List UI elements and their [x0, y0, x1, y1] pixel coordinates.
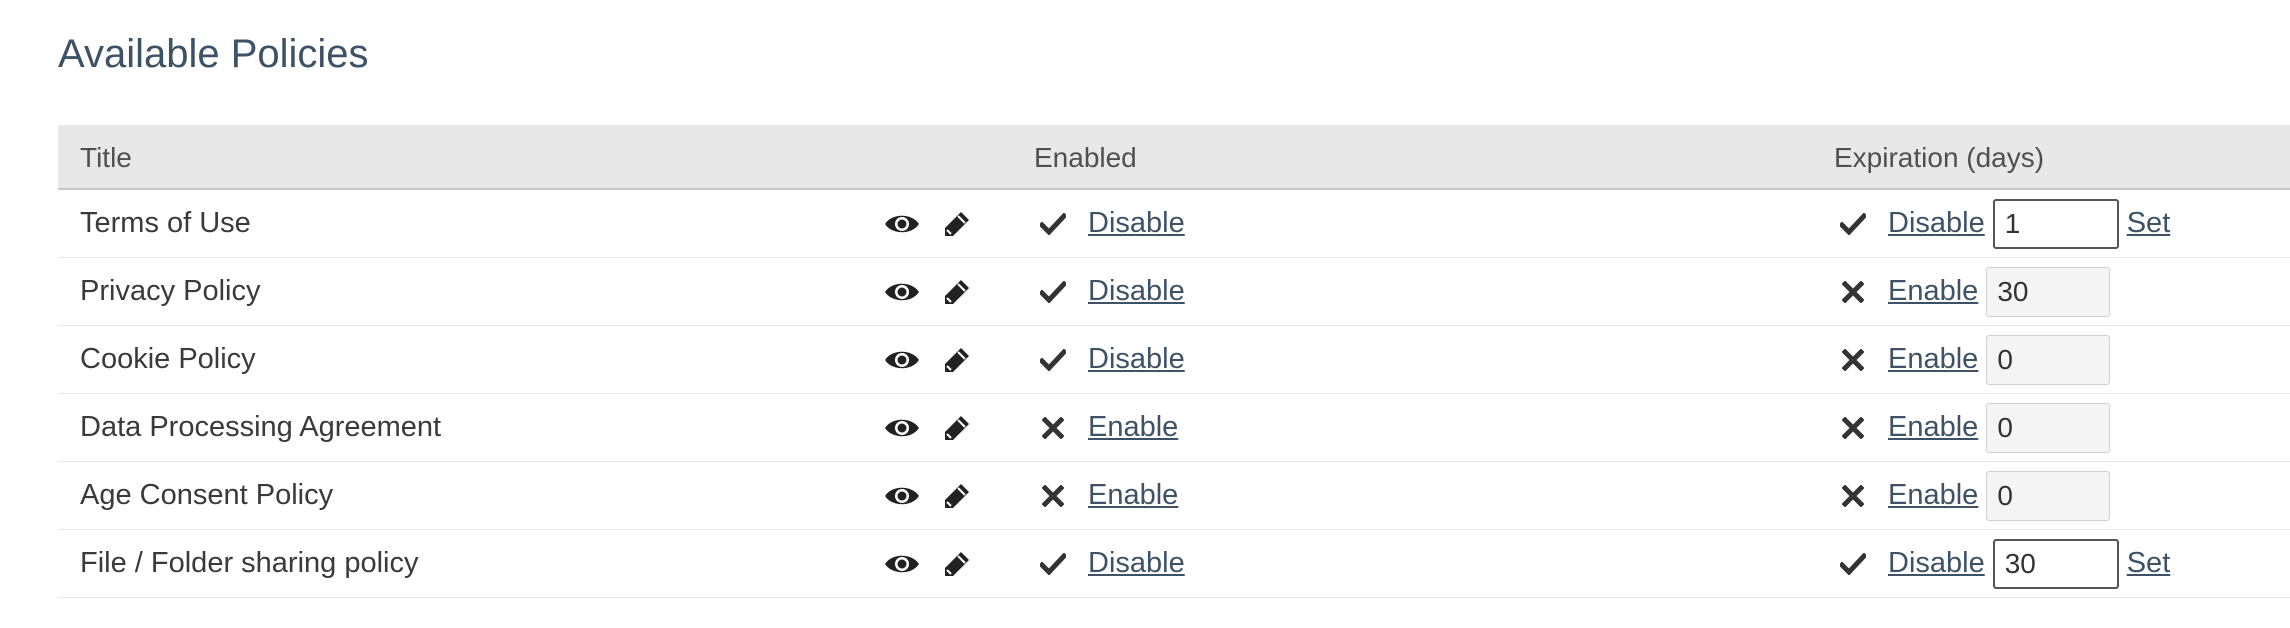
- policy-actions: [884, 258, 972, 325]
- set-expiration-link[interactable]: Set: [2127, 547, 2171, 580]
- table-row: File / Folder sharing policy Disable Dis…: [58, 530, 2290, 598]
- disable-policy-link[interactable]: Disable: [1088, 275, 1185, 308]
- disable-expiration-link[interactable]: Disable: [1888, 207, 1985, 240]
- policy-title: Privacy Policy: [80, 258, 261, 325]
- set-expiration-link[interactable]: Set: [2127, 207, 2171, 240]
- check-icon: [1838, 212, 1868, 235]
- policy-actions: [884, 530, 972, 597]
- enabled-cell: Disable: [1038, 326, 1185, 393]
- page-title: Available Policies: [58, 32, 369, 76]
- disable-expiration-link[interactable]: Disable: [1888, 547, 1985, 580]
- table-row: Terms of Use Disable Disable Set: [58, 190, 2290, 258]
- enable-policy-link[interactable]: Enable: [1088, 479, 1178, 512]
- expiration-cell: Disable Set: [1838, 190, 2170, 257]
- policy-title-text: Age Consent Policy: [80, 479, 334, 511]
- policy-actions: [884, 326, 972, 393]
- disable-policy-link[interactable]: Disable: [1088, 207, 1185, 240]
- expiration-cell: Enable: [1838, 326, 2111, 393]
- pencil-icon[interactable]: [942, 209, 972, 239]
- table-body: Terms of Use Disable Disable Set Privacy…: [58, 190, 2290, 598]
- eye-icon[interactable]: [884, 484, 920, 508]
- disable-policy-link[interactable]: Disable: [1088, 343, 1185, 376]
- policy-actions: [884, 190, 972, 257]
- enabled-cell: Enable: [1038, 462, 1178, 529]
- policy-actions: [884, 462, 972, 529]
- table-header: Title Enabled Expiration (days): [58, 125, 2290, 190]
- disable-policy-link[interactable]: Disable: [1088, 547, 1185, 580]
- pencil-icon[interactable]: [942, 549, 972, 579]
- expiration-days-input[interactable]: [1986, 402, 2111, 453]
- enable-expiration-link[interactable]: Enable: [1888, 275, 1978, 308]
- cross-icon: [1838, 348, 1868, 371]
- header-title: Title: [80, 142, 132, 173]
- expiration-days-input[interactable]: [1992, 198, 2119, 249]
- expiration-cell: Enable: [1838, 394, 2111, 461]
- expiration-cell: Enable: [1838, 462, 2111, 529]
- enable-expiration-link[interactable]: Enable: [1888, 343, 1978, 376]
- pencil-icon[interactable]: [942, 481, 972, 511]
- expiration-cell: Disable Set: [1838, 530, 2170, 597]
- policy-title-text: Cookie Policy: [80, 343, 256, 375]
- table-row: Privacy Policy Disable Enable: [58, 258, 2290, 326]
- eye-icon[interactable]: [884, 348, 920, 372]
- eye-icon[interactable]: [884, 552, 920, 576]
- enable-policy-link[interactable]: Enable: [1088, 411, 1178, 444]
- policies-page: Available Policies Title Enabled Expirat…: [0, 0, 2290, 628]
- policy-title: Age Consent Policy: [80, 462, 333, 529]
- table-row: Cookie Policy Disable Enable: [58, 326, 2290, 394]
- enabled-cell: Disable: [1038, 190, 1185, 257]
- cross-icon: [1838, 416, 1868, 439]
- pencil-icon[interactable]: [942, 277, 972, 307]
- policy-title-text: Privacy Policy: [80, 275, 261, 307]
- eye-icon[interactable]: [884, 416, 920, 440]
- policy-title: Data Processing Agreement: [80, 394, 441, 461]
- header-expiration: Expiration (days): [1834, 142, 2045, 173]
- cross-icon: [1038, 484, 1068, 507]
- expiration-cell: Enable: [1838, 258, 2111, 325]
- pencil-icon[interactable]: [942, 413, 972, 443]
- cross-icon: [1838, 280, 1868, 303]
- enabled-cell: Disable: [1038, 530, 1185, 597]
- cross-icon: [1038, 416, 1068, 439]
- enabled-cell: Enable: [1038, 394, 1178, 461]
- policy-title: Cookie Policy: [80, 326, 256, 393]
- check-icon: [1038, 552, 1068, 575]
- expiration-days-input[interactable]: [1992, 538, 2119, 589]
- eye-icon[interactable]: [884, 212, 920, 236]
- policy-title: File / Folder sharing policy: [80, 530, 418, 597]
- expiration-days-input[interactable]: [1986, 266, 2111, 317]
- table-row: Data Processing Agreement Enable Enable: [58, 394, 2290, 462]
- check-icon: [1038, 348, 1068, 371]
- policies-table: Title Enabled Expiration (days) Terms of…: [58, 125, 2290, 598]
- policy-title-text: File / Folder sharing policy: [80, 547, 419, 579]
- header-enabled: Enabled: [1034, 142, 1137, 173]
- check-icon: [1838, 552, 1868, 575]
- enable-expiration-link[interactable]: Enable: [1888, 411, 1978, 444]
- policy-title: Terms of Use: [80, 190, 251, 257]
- policy-actions: [884, 394, 972, 461]
- table-row: Age Consent Policy Enable Enable: [58, 462, 2290, 530]
- expiration-days-input[interactable]: [1986, 470, 2111, 521]
- cross-icon: [1838, 484, 1868, 507]
- check-icon: [1038, 280, 1068, 303]
- check-icon: [1038, 212, 1068, 235]
- expiration-days-input[interactable]: [1986, 334, 2111, 385]
- enabled-cell: Disable: [1038, 258, 1185, 325]
- policy-title-text: Terms of Use: [80, 207, 251, 239]
- pencil-icon[interactable]: [942, 345, 972, 375]
- enable-expiration-link[interactable]: Enable: [1888, 479, 1978, 512]
- eye-icon[interactable]: [884, 280, 920, 304]
- policy-title-text: Data Processing Agreement: [80, 411, 442, 443]
